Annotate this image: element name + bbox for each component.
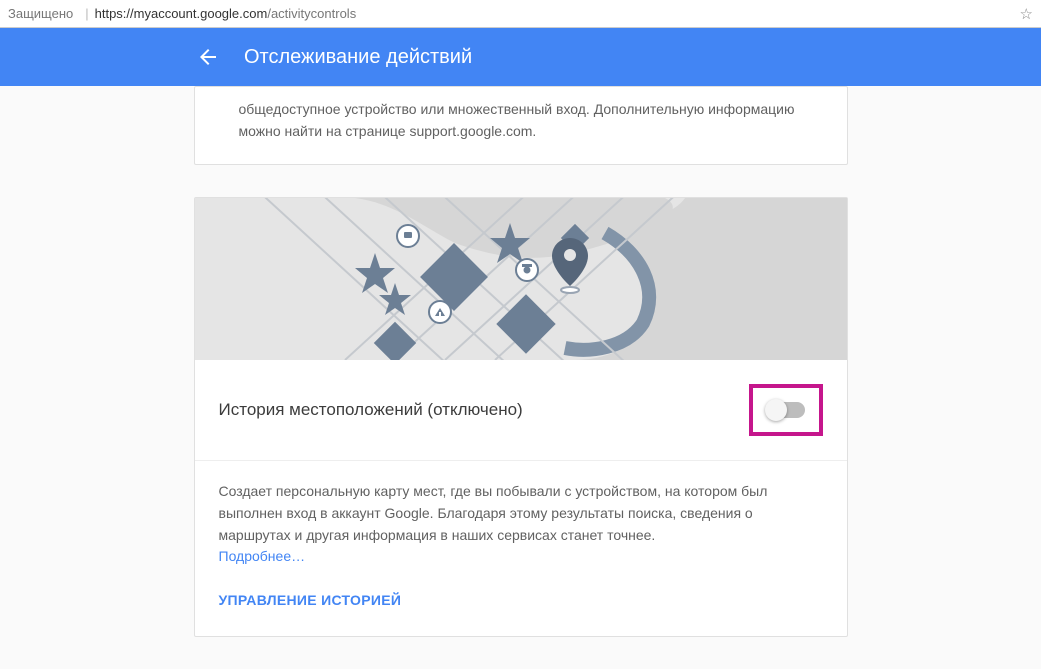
manage-history-link[interactable]: УПРАВЛЕНИЕ ИСТОРИЕЙ — [219, 590, 823, 612]
location-description: Создает персональную карту мест, где вы … — [219, 483, 768, 542]
location-history-card: История местоположений (отключено) Созда… — [194, 197, 848, 636]
secure-badge: Защищено — [8, 6, 73, 21]
toggle-knob — [765, 399, 787, 421]
prev-text-line1: общедоступное устройство или множественн… — [239, 101, 795, 117]
url-path: /activitycontrols — [267, 6, 356, 21]
toggle-highlight-box — [749, 384, 823, 436]
content-area: общедоступное устройство или множественн… — [0, 86, 1041, 669]
url-field[interactable]: https://myaccount.google.com/activitycon… — [95, 6, 357, 21]
location-history-title: История местоположений (отключено) — [219, 400, 523, 420]
map-illustration — [195, 198, 847, 360]
page-header: Отслеживание действий — [0, 28, 1041, 86]
location-section-header: История местоположений (отключено) — [195, 360, 847, 461]
address-bar: Защищено | https://myaccount.google.com/… — [0, 0, 1041, 28]
url-host: https://myaccount.google.com — [95, 6, 268, 21]
prev-card-text: общедоступное устройство или множественн… — [195, 87, 847, 164]
page-title: Отслеживание действий — [244, 46, 472, 69]
prev-activity-card-partial: общедоступное устройство или множественн… — [194, 86, 848, 165]
prev-text-line2: можно найти на странице support.google.c… — [239, 123, 537, 139]
back-arrow-icon[interactable] — [196, 45, 220, 69]
location-history-toggle[interactable] — [767, 402, 805, 418]
bookmark-star-icon[interactable]: ☆ — [1020, 5, 1033, 23]
separator: | — [85, 6, 88, 21]
learn-more-link[interactable]: Подробнее… — [219, 548, 306, 564]
location-section-body: Создает персональную карту мест, где вы … — [195, 461, 847, 635]
